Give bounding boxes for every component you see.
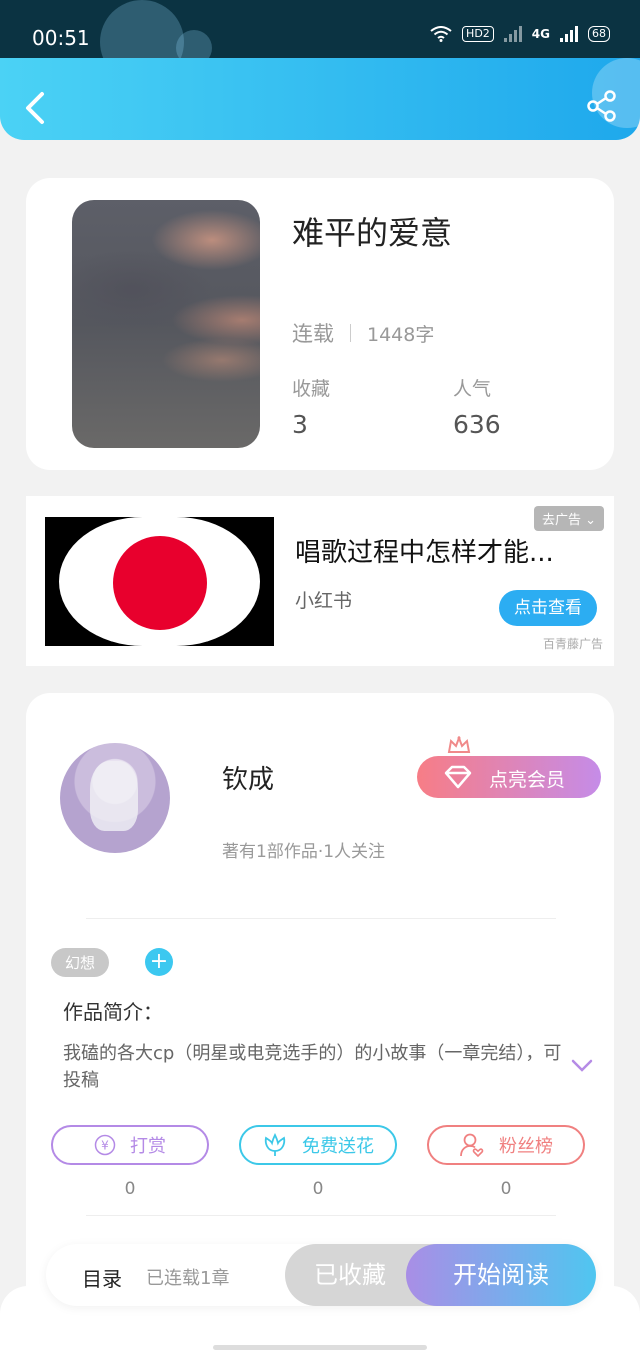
chevron-down-icon[interactable] xyxy=(571,1059,593,1073)
battery-indicator: 68 xyxy=(588,26,610,42)
reward-label: 打赏 xyxy=(130,1136,166,1157)
flower-count: 0 xyxy=(312,1179,324,1199)
bottom-action-bar: 目录 已连载1章 已收藏 开始阅读 xyxy=(46,1244,596,1306)
ad-brand: 百青藤广告 xyxy=(542,637,603,651)
author-avatar[interactable] xyxy=(60,743,170,853)
network-badge: 4G xyxy=(531,27,550,41)
start-reading-button[interactable]: 开始阅读 xyxy=(406,1244,596,1306)
crown-icon xyxy=(447,736,471,753)
wifi-icon xyxy=(430,26,452,42)
popularity-label: 人气 xyxy=(453,378,492,400)
flower-icon xyxy=(264,1133,286,1156)
word-count: 1448字 xyxy=(367,323,435,346)
book-info-card: 难平的爱意 连载 1448字 收藏 3 人气 636 xyxy=(26,178,614,470)
collected-label: 已收藏 xyxy=(314,1261,386,1289)
reward-count: 0 xyxy=(124,1179,136,1199)
status-icons: HD2 4G 68 xyxy=(430,26,610,42)
remove-ad-label: 去广告 xyxy=(541,513,581,528)
fan-user-icon xyxy=(460,1133,484,1158)
serial-status: 连载 xyxy=(292,322,334,346)
status-time: 00:51 xyxy=(32,26,90,50)
ad-image[interactable] xyxy=(45,517,274,646)
home-indicator xyxy=(213,1345,427,1350)
ad-banner[interactable]: 唱歌过程中怎样才能... 小红书 去广告 ⌄ 点击查看 百青藤广告 xyxy=(26,496,614,666)
svg-text:¥: ¥ xyxy=(101,1139,109,1153)
vip-label: 点亮会员 xyxy=(489,769,566,791)
popularity-value: 636 xyxy=(453,410,501,439)
send-flower-label: 免费送花 xyxy=(302,1136,374,1157)
add-tag-button[interactable]: + xyxy=(145,948,173,976)
book-title: 难平的爱意 xyxy=(292,214,453,252)
fan-ranking-label: 粉丝榜 xyxy=(499,1136,553,1157)
share-button[interactable] xyxy=(586,90,618,122)
toc-status[interactable]: 已连载1章 xyxy=(146,1264,229,1290)
fan-count: 0 xyxy=(500,1179,512,1199)
status-bar: 00:51 HD2 4G 68 xyxy=(0,0,640,84)
divider xyxy=(86,918,556,919)
diamond-icon xyxy=(444,765,472,789)
chevron-down-icon: ⌄ xyxy=(585,513,596,528)
vip-button[interactable]: 点亮会员 xyxy=(417,736,601,798)
reward-button[interactable]: ¥ 打赏 xyxy=(51,1125,209,1165)
hd-badge: HD2 xyxy=(462,26,494,42)
genre-tag[interactable]: 幻想 xyxy=(51,948,110,977)
author-meta: 著有1部作品·1人关注 xyxy=(222,842,386,862)
signal-icon xyxy=(503,26,522,42)
ad-view-button[interactable]: 点击查看 xyxy=(499,590,597,626)
author-name[interactable]: 钦成 xyxy=(222,759,274,796)
send-flower-button[interactable]: 免费送花 xyxy=(239,1125,397,1165)
signal-icon xyxy=(560,26,578,42)
back-button[interactable] xyxy=(18,88,52,128)
divider xyxy=(350,324,351,342)
favorites-value: 3 xyxy=(292,410,308,439)
yen-icon: ¥ xyxy=(94,1134,116,1156)
ad-source: 小红书 xyxy=(295,590,353,612)
intro-text: 我磕的各大cp（明星或电竞选手的）的小故事（一章完结），可投稿 xyxy=(63,1043,562,1091)
toc-button[interactable]: 目录 xyxy=(82,1263,122,1292)
divider xyxy=(86,1215,556,1216)
ad-title[interactable]: 唱歌过程中怎样才能... xyxy=(295,532,554,569)
favorites-label: 收藏 xyxy=(292,378,331,400)
author-details-card: 钦成 著有1部作品·1人关注 点亮会员 幻想 + 作品简介： 我磕的各大cp（明… xyxy=(26,693,614,1333)
fan-ranking-button[interactable]: 粉丝榜 xyxy=(427,1125,585,1165)
intro-heading: 作品简介： xyxy=(63,1000,163,1024)
book-status-row: 连载 1448字 xyxy=(292,318,434,348)
book-cover[interactable] xyxy=(72,200,260,448)
top-header xyxy=(0,58,640,140)
remove-ad-button[interactable]: 去广告 ⌄ xyxy=(533,506,604,531)
